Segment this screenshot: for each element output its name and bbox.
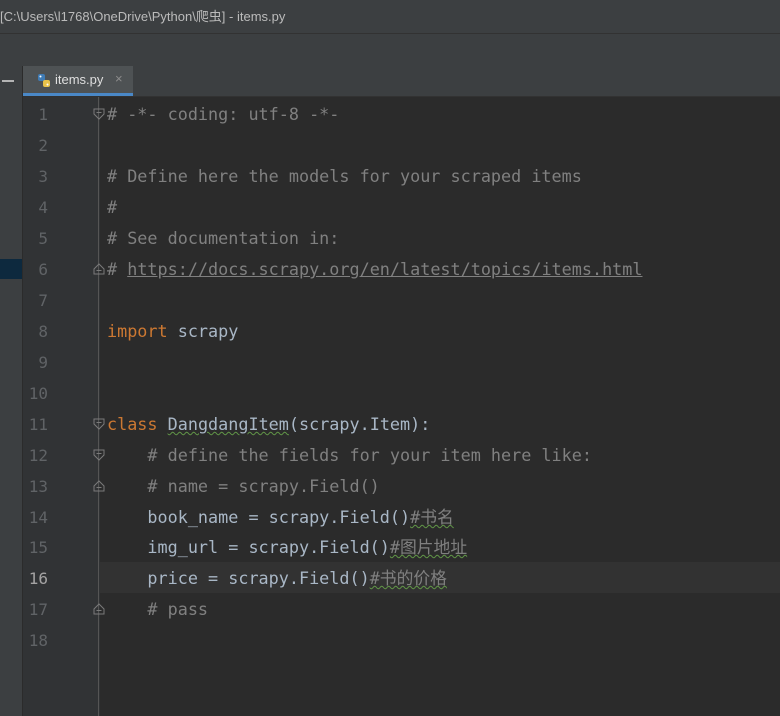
fold-end-icon[interactable]	[93, 480, 105, 492]
code-line-16: price = scrapy.Field()#书的价格	[107, 563, 447, 594]
line-number: 12	[28, 446, 48, 465]
code-line-1: # -*- coding: utf-8 -*-	[107, 104, 340, 124]
fold-start-icon[interactable]	[93, 108, 105, 120]
gutter-separator	[98, 97, 99, 716]
class-name: DangdangItem	[167, 414, 289, 434]
line-number: 5	[38, 229, 48, 248]
tab-items-py[interactable]: items.py ×	[23, 66, 133, 96]
fold-end-icon[interactable]	[93, 263, 105, 275]
inline-comment: #书名	[410, 507, 454, 527]
line-number: 6	[38, 260, 48, 279]
code-line-15: img_url = scrapy.Field()#图片地址	[107, 532, 467, 563]
field-statement: img_url = scrapy.Field()	[107, 537, 390, 557]
code-line-5: # See documentation in:	[107, 228, 340, 248]
line-number: 18	[28, 631, 48, 650]
line-number: 14	[28, 508, 48, 527]
line-number: 8	[38, 322, 48, 341]
collapse-icon[interactable]	[2, 80, 14, 82]
inline-comment: #图片地址	[389, 537, 468, 557]
line-number: 1	[38, 105, 48, 124]
code-line-17: # pass	[107, 599, 209, 619]
toolbar	[0, 33, 780, 66]
line-number: 17	[28, 600, 48, 619]
code-line-8: import scrapy	[107, 316, 238, 347]
tab-label: items.py	[55, 72, 104, 87]
inline-comment: #书的价格	[369, 568, 447, 588]
project-selection-marker	[0, 259, 22, 279]
line-number: 11	[28, 415, 48, 434]
code-line-13: # name = scrapy.Field()	[107, 476, 380, 496]
class-base: (scrapy.Item):	[288, 414, 431, 434]
keyword-import: import	[107, 321, 168, 341]
line-number: 7	[38, 291, 48, 310]
line-number: 10	[28, 384, 48, 403]
docs-link[interactable]: https://docs.scrapy.org/en/latest/topics…	[127, 259, 642, 279]
window-title-bar: [C:\Users\l1768\OneDrive\Python\爬虫] - it…	[0, 0, 780, 33]
code-line-4: #	[107, 197, 118, 217]
window-title: [C:\Users\l1768\OneDrive\Python\爬虫] - it…	[0, 9, 286, 24]
field-statement: book_name = scrapy.Field()	[107, 507, 411, 527]
editor-tab-bar: items.py ×	[23, 66, 780, 97]
fold-end-icon[interactable]	[93, 603, 105, 615]
comment-hash: #	[107, 259, 128, 279]
fold-start-icon[interactable]	[93, 418, 105, 430]
tab-close-icon[interactable]: ×	[115, 71, 123, 86]
line-number: 4	[38, 198, 48, 217]
python-file-icon	[38, 74, 50, 87]
code-line-6: # https://docs.scrapy.org/en/latest/topi…	[107, 254, 642, 285]
project-tool-strip	[0, 66, 23, 716]
line-number-active: 16	[28, 569, 48, 588]
code-line-12: # define the fields for your item here l…	[107, 445, 592, 465]
line-number: 9	[38, 353, 48, 372]
line-number: 3	[38, 167, 48, 186]
line-number: 13	[28, 477, 48, 496]
code-line-11: class DangdangItem(scrapy.Item):	[107, 409, 430, 440]
keyword-class: class	[107, 414, 158, 434]
line-number: 2	[38, 136, 48, 155]
code-line-14: book_name = scrapy.Field()#书名	[107, 502, 454, 533]
code-editor[interactable]: 1 2 3 4 5 6 7 8 9 10 11 12 13 14 15 16 1…	[23, 97, 780, 716]
code-line-3: # Define here the models for your scrape…	[107, 166, 582, 186]
module-name: scrapy	[167, 321, 239, 341]
line-number: 15	[28, 538, 48, 557]
fold-start-icon[interactable]	[93, 449, 105, 461]
field-statement: price = scrapy.Field()	[107, 568, 370, 588]
